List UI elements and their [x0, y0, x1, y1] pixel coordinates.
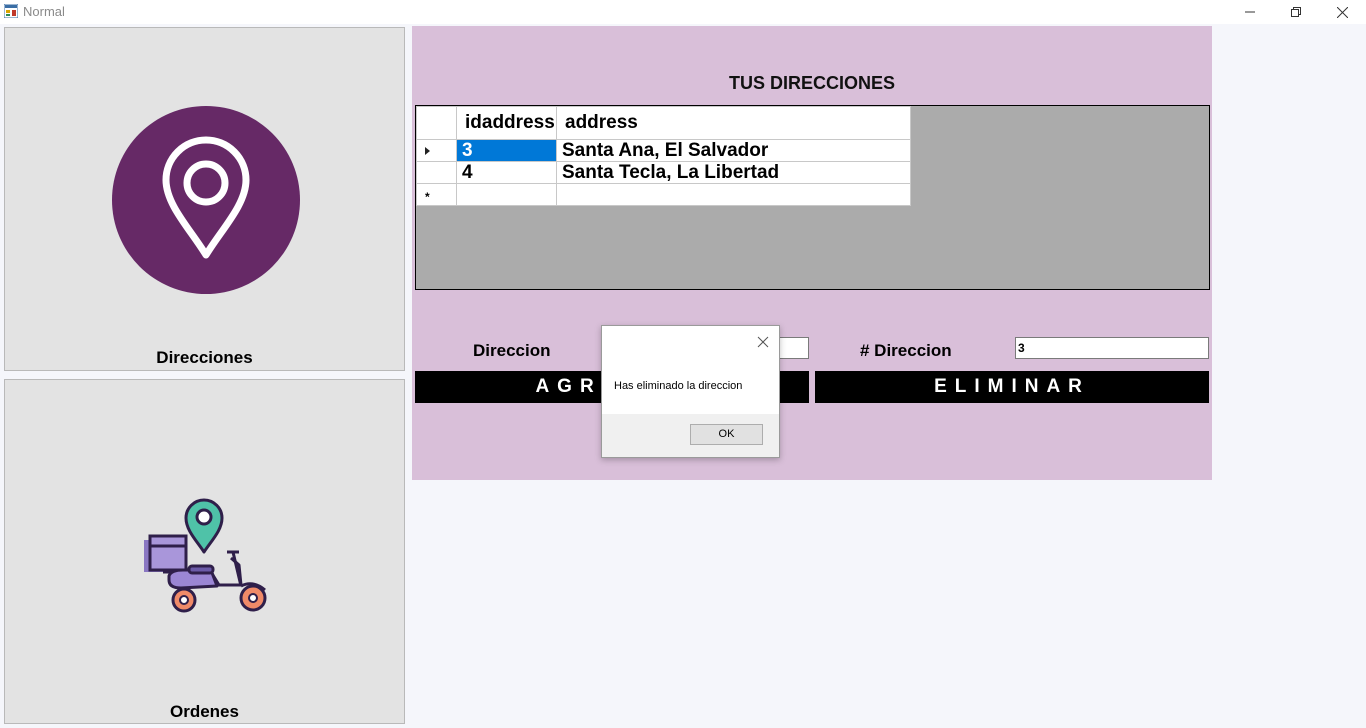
table-row[interactable]: 3 Santa Ana, El Salvador: [416, 139, 911, 162]
num-direccion-input[interactable]: 3: [1015, 337, 1209, 359]
table-row[interactable]: 4 Santa Tecla, La Libertad: [416, 161, 911, 184]
grid-header-row: idaddress address: [416, 106, 911, 140]
row-header[interactable]: [416, 161, 457, 184]
dialog-close-button[interactable]: [753, 332, 773, 352]
delivery-scooter-icon: [144, 498, 267, 613]
addresses-panel: TUS DIRECCIONES idaddress address 3 Sant…: [412, 26, 1212, 480]
addresses-data-grid[interactable]: idaddress address 3 Santa Ana, El Salvad…: [415, 105, 1210, 290]
new-cell-idaddress[interactable]: [456, 183, 557, 206]
close-button[interactable]: [1319, 0, 1365, 24]
page-title: TUS DIRECCIONES: [728, 73, 896, 93]
num-direccion-label: # Direccion: [860, 341, 952, 360]
cell-idaddress[interactable]: 4: [456, 161, 557, 184]
new-row[interactable]: *: [416, 183, 911, 206]
column-header-idaddress[interactable]: idaddress: [456, 106, 557, 140]
message-dialog: Has eliminado la direccion OK: [601, 325, 780, 458]
column-header-address[interactable]: address: [556, 106, 911, 140]
dialog-footer: OK: [602, 414, 779, 457]
title-bar: Normal: [0, 0, 1366, 24]
new-row-marker: *: [425, 190, 430, 204]
close-icon: [757, 336, 769, 348]
close-icon: [1336, 6, 1348, 18]
current-row-arrow-icon: [425, 147, 430, 155]
ordenes-label: Ordenes: [170, 702, 239, 721]
new-cell-address[interactable]: [556, 183, 911, 206]
cell-idaddress[interactable]: 3: [456, 139, 557, 162]
minimize-icon: [1245, 11, 1255, 13]
direccion-label: Direccion: [473, 341, 551, 360]
map-pin-icon: [112, 106, 300, 294]
ok-button[interactable]: OK: [690, 424, 763, 445]
window-title: Normal: [23, 4, 65, 19]
app-icon: [4, 4, 18, 18]
minimize-button[interactable]: [1227, 0, 1273, 24]
row-header-selected[interactable]: [416, 139, 457, 162]
restore-icon: [1291, 7, 1301, 17]
direcciones-tile-button[interactable]: Direcciones: [4, 27, 405, 371]
cell-address[interactable]: Santa Ana, El Salvador: [556, 139, 911, 162]
grid-corner-header[interactable]: [416, 106, 457, 140]
direcciones-label: Direcciones: [156, 348, 253, 367]
cell-address[interactable]: Santa Tecla, La Libertad: [556, 161, 911, 184]
dialog-message: Has eliminado la direccion: [614, 380, 743, 392]
new-row-header[interactable]: *: [416, 183, 457, 206]
eliminar-button[interactable]: ELIMINAR: [815, 371, 1209, 403]
ordenes-tile-button[interactable]: Ordenes: [4, 379, 405, 724]
restore-button[interactable]: [1273, 0, 1319, 24]
